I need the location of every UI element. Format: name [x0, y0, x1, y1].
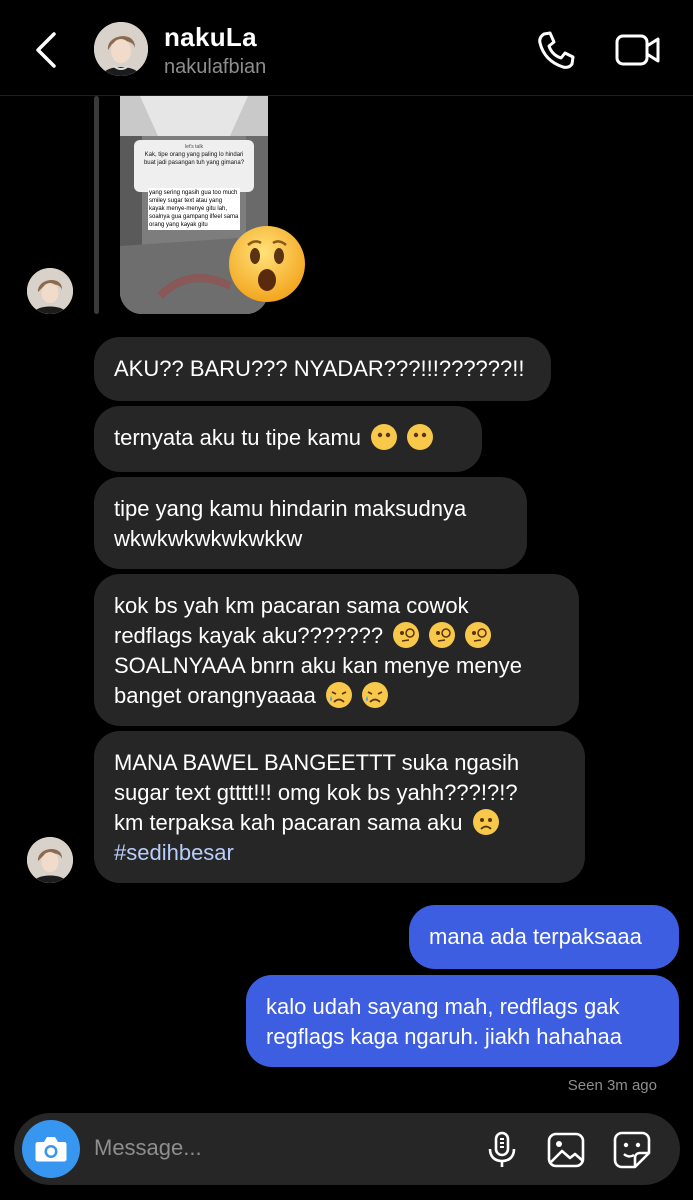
contact-display-name[interactable]: nakuLa — [164, 22, 257, 53]
message-text-line: SOALNYAAA bnrn aku kan menye menye — [114, 653, 523, 678]
message-text-line: sugar text gtttt!!! omg kok bs yahh???!?… — [114, 780, 518, 805]
message-bubble-incoming[interactable]: tipe yang kamu hindarin maksudnya wkwkwk… — [94, 477, 527, 569]
story-question-card: let's talk Kak, tipe orang yang paling l… — [134, 140, 254, 192]
chevron-left-icon[interactable] — [28, 28, 64, 72]
face-without-mouth-emoji-icon — [407, 424, 434, 450]
message-text: AKU?? BARU??? NYADAR???!!!??????!! — [114, 356, 525, 381]
message-bubble-outgoing[interactable]: mana ada terpaksaaa — [409, 905, 679, 969]
message-text: mana ada terpaksaaa — [429, 924, 642, 949]
sad-but-relieved-face-emoji-icon — [362, 682, 389, 708]
contact-username[interactable]: nakulafbian — [164, 56, 266, 79]
face-with-monocle-emoji-icon — [393, 622, 420, 648]
camera-icon[interactable] — [22, 1120, 80, 1178]
message-text-line: kalo udah sayang mah, redflags gak — [266, 994, 620, 1019]
image-icon[interactable] — [545, 1129, 587, 1171]
frowning-face-emoji-icon — [472, 809, 499, 835]
video-camera-icon[interactable] — [614, 30, 662, 70]
message-text-line: MANA BAWEL BANGEETTT suka ngasih — [114, 750, 520, 775]
sticker-icon[interactable] — [611, 1129, 653, 1171]
message-text-line: wkwkwkwkwkwkkw — [114, 526, 303, 551]
avatar[interactable] — [94, 22, 148, 76]
message-text-line: regflags kaga ngaruh. jiakh hahahaa — [266, 1024, 622, 1049]
message-composer: Message... — [14, 1113, 680, 1185]
message-text-line: redflags kayak aku??????? — [114, 623, 384, 648]
story-question-text: Kak, tipe orang yang paling lo hindari b… — [143, 152, 245, 166]
avatar[interactable] — [27, 837, 73, 883]
message-input[interactable]: Message... — [94, 1135, 202, 1161]
message-text-line: tipe yang kamu hindarin maksudnya — [114, 496, 467, 521]
chat-header: nakuLa nakulafbian — [0, 0, 693, 96]
seen-status: Seen 3m ago — [567, 1077, 657, 1094]
message-bubble-incoming[interactable]: ternyata aku tu tipe kamu — [94, 406, 482, 472]
story-reply-indicator — [94, 96, 99, 314]
message-bubble-incoming[interactable]: AKU?? BARU??? NYADAR???!!!??????!! — [94, 337, 551, 401]
avatar[interactable] — [27, 268, 73, 314]
surprised-face-emoji-icon — [226, 223, 308, 305]
face-without-mouth-emoji-icon — [371, 424, 398, 450]
face-with-monocle-emoji-icon — [429, 622, 456, 648]
hashtag-link[interactable]: #sedihbesar — [114, 838, 565, 868]
message-text-line: km terpaksa kah pacaran sama aku — [114, 810, 463, 835]
message-bubble-incoming[interactable]: kok bs yah km pacaran sama cowok redflag… — [94, 574, 579, 726]
microphone-icon[interactable] — [481, 1129, 523, 1171]
story-card-title: let's talk — [185, 144, 203, 150]
message-text-line: banget orangnyaaaa — [114, 683, 316, 708]
message-bubble-outgoing[interactable]: kalo udah sayang mah, redflags gak regfl… — [246, 975, 679, 1067]
phone-icon[interactable] — [534, 28, 578, 72]
message-bubble-incoming[interactable]: MANA BAWEL BANGEETTT suka ngasih sugar t… — [94, 731, 585, 883]
sad-but-relieved-face-emoji-icon — [325, 682, 352, 708]
message-text: ternyata aku tu tipe kamu — [114, 425, 362, 450]
face-with-monocle-emoji-icon — [465, 622, 492, 648]
message-text-line: kok bs yah km pacaran sama cowok — [114, 593, 469, 618]
